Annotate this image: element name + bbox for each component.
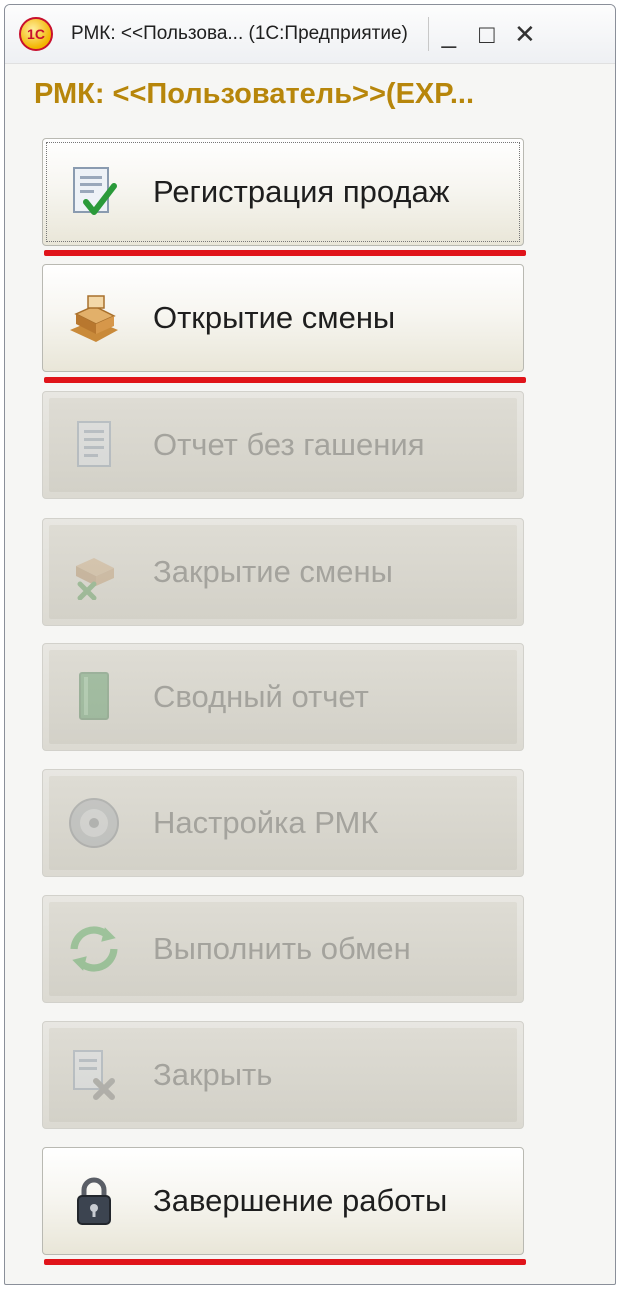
form-title: РМК: <<Пользователь>>(EXP... xyxy=(34,78,475,110)
summary-report-label: Сводный отчет xyxy=(153,679,369,714)
open-shift-label: Открытие смены xyxy=(153,300,396,335)
summary-report-button[interactable]: Сводный отчет xyxy=(42,643,524,751)
finish-work-label: Завершение работы xyxy=(153,1183,448,1218)
disc-settings-icon xyxy=(65,794,123,852)
window-title: РМК: <<Пользова... (1С:Предприятие) xyxy=(71,23,408,44)
1c-logo-icon[interactable]: 1С xyxy=(19,17,53,51)
close-button-command[interactable]: Закрыть xyxy=(42,1021,524,1129)
run-exchange-button[interactable]: Выполнить обмен xyxy=(42,895,524,1003)
highlight-underline xyxy=(44,1259,526,1265)
rmk-settings-button[interactable]: Настройка РМК xyxy=(42,769,524,877)
highlight-underline xyxy=(44,377,526,383)
title-bar: 1С РМК: <<Пользова... (1С:Предприятие) _… xyxy=(5,5,615,64)
sales-registration-label: Регистрация продаж xyxy=(153,174,450,209)
report-without-reset-label: Отчет без гашения xyxy=(153,427,425,462)
lock-icon xyxy=(65,1172,123,1230)
close-shift-label: Закрытие смены xyxy=(153,554,393,589)
cash-register-icon xyxy=(65,289,123,347)
rmk-settings-label: Настройка РМК xyxy=(153,805,379,840)
close-document-icon xyxy=(65,1046,123,1104)
book-icon xyxy=(65,668,123,726)
highlight-underline xyxy=(44,250,526,256)
open-shift-button[interactable]: Открытие смены xyxy=(42,264,524,372)
close-shift-button[interactable]: Закрытие смены xyxy=(42,518,524,626)
close-button[interactable]: ✕ xyxy=(507,14,543,54)
finish-work-button[interactable]: Завершение работы xyxy=(42,1147,524,1255)
sync-arrows-icon xyxy=(65,920,123,978)
sales-registration-button[interactable]: Регистрация продаж xyxy=(42,138,524,246)
report-without-reset-button[interactable]: Отчет без гашения xyxy=(42,391,524,499)
title-separator xyxy=(427,17,429,51)
close-shift-icon xyxy=(65,543,123,601)
maximize-button[interactable]: □ xyxy=(469,14,505,54)
minimize-button[interactable]: _ xyxy=(431,14,467,54)
sales-check-icon xyxy=(65,163,123,221)
close-label: Закрыть xyxy=(153,1057,273,1092)
report-document-icon xyxy=(65,416,123,474)
run-exchange-label: Выполнить обмен xyxy=(153,931,411,966)
